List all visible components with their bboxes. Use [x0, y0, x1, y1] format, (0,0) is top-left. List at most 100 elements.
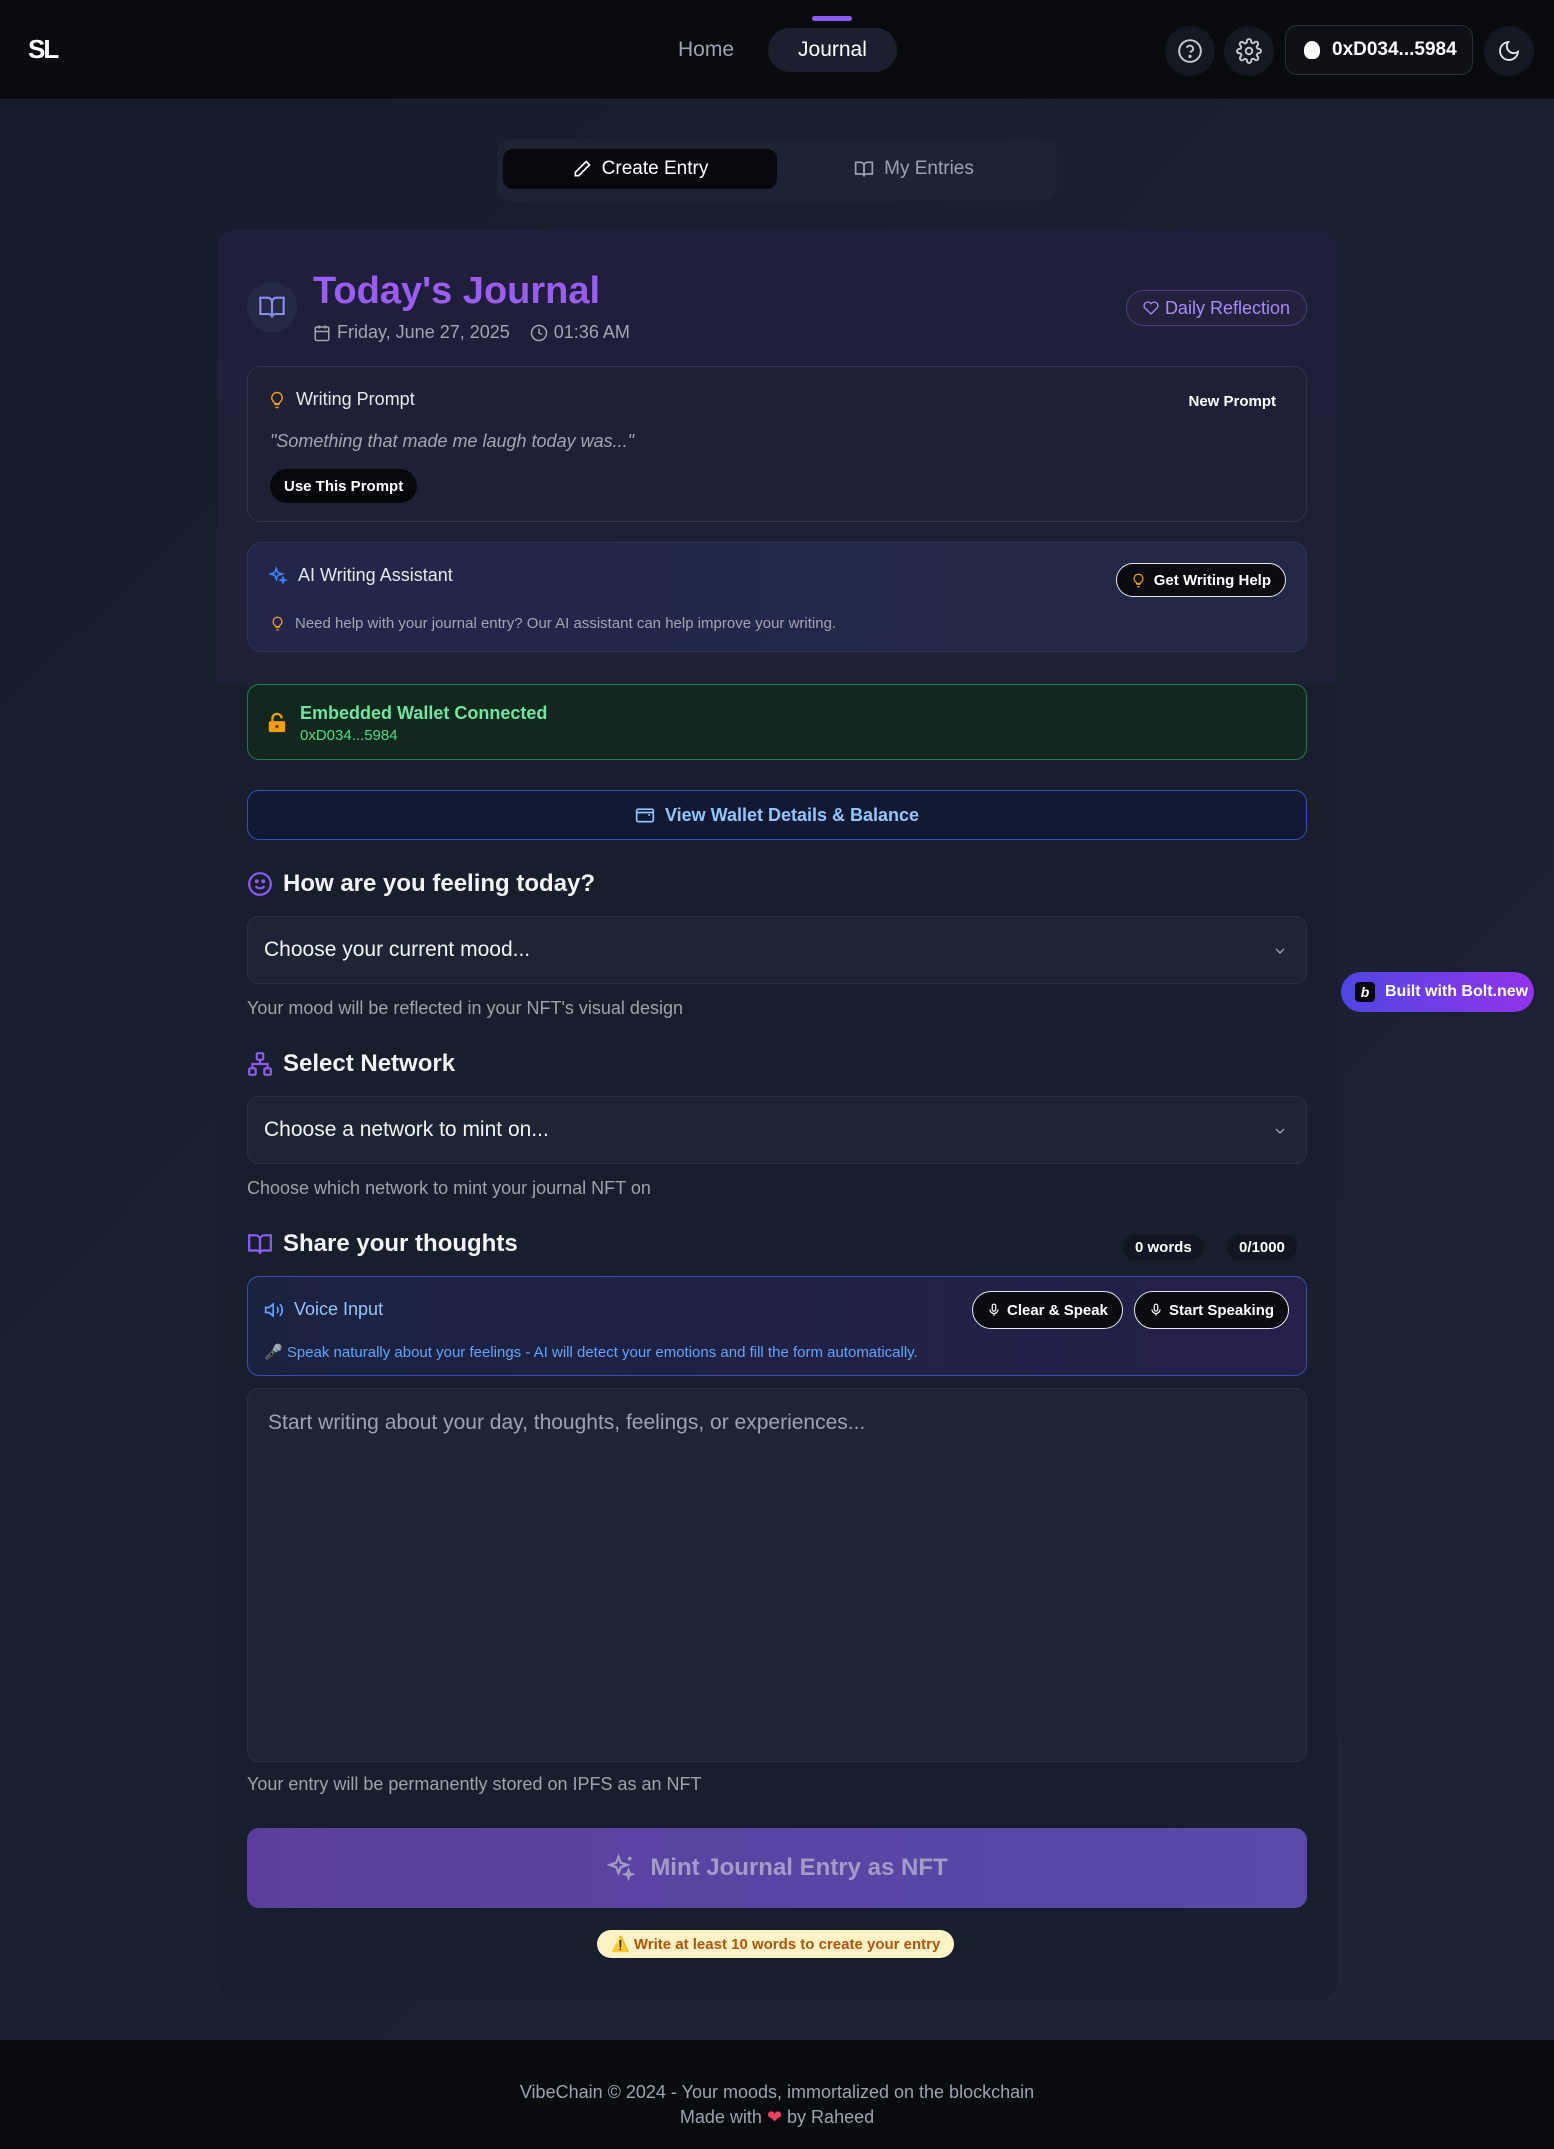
network-hint: Choose which network to mint your journa…	[247, 1178, 651, 1198]
mood-select-value: Choose your current mood...	[264, 938, 531, 961]
journal-card: Today's Journal Friday, June 27, 2025 01…	[217, 230, 1337, 2000]
page-title: Today's Journal	[313, 270, 601, 312]
daily-reflection-label: Daily Reflection	[1164, 297, 1290, 318]
mood-section-title-text: How are you feeling today?	[283, 870, 596, 897]
get-writing-help-button[interactable]: Get Writing Help	[1115, 563, 1286, 597]
wallet-icon	[635, 808, 655, 823]
heart-icon: ❤	[766, 2107, 783, 2127]
journal-entry-placeholder: Start writing about your day, thoughts, …	[268, 1411, 866, 1434]
main-nav: Home Journal	[656, 16, 897, 72]
use-prompt-button[interactable]: Use This Prompt	[270, 469, 418, 503]
footer-made-with: Made with	[679, 2107, 762, 2127]
thoughts-section-title: Share your thoughts	[247, 1230, 518, 1258]
book-open-icon	[259, 296, 285, 318]
clear-and-speak-button[interactable]: Clear & Speak	[972, 1291, 1123, 1329]
embedded-wallet-title: Embedded Wallet Connected	[300, 703, 548, 723]
nav-journal[interactable]: Journal	[768, 16, 897, 72]
wallet-address: 0xD034...5984	[1332, 39, 1457, 60]
ai-assistant-title: AI Writing Assistant	[268, 565, 453, 586]
chevron-down-icon	[1275, 1128, 1285, 1134]
writing-prompt-title: Writing Prompt	[268, 389, 415, 410]
help-button[interactable]	[1165, 26, 1215, 76]
entry-hint: Your entry will be permanently stored on…	[247, 1774, 702, 1794]
embedded-wallet-address: 0xD034...5984	[300, 727, 398, 744]
mint-nft-button[interactable]: Mint Journal Entry as NFT	[247, 1828, 1307, 1908]
writing-prompt-box: Writing Prompt New Prompt "Something tha…	[247, 366, 1307, 522]
network-icon	[248, 1052, 272, 1076]
journal-time: 01:36 AM	[553, 322, 630, 342]
char-count-badge: 0/1000	[1227, 1234, 1297, 1260]
ai-assistant-description-text: Need help with your journal entry? Our A…	[295, 615, 837, 632]
voice-input-title: Voice Input	[264, 1299, 383, 1320]
voice-input-description: 🎤 Speak naturally about your feelings - …	[264, 1344, 918, 1361]
writing-prompt-title-text: Writing Prompt	[296, 389, 415, 409]
footer-copyright: VibeChain © 2024 - Your moods, immortali…	[519, 2082, 1035, 2102]
prompt-text: "Something that made me laugh today was.…	[270, 431, 634, 451]
voice-input-box: Voice Input Clear & Speak Start Speaking…	[247, 1276, 1307, 1376]
embedded-wallet-status: Embedded Wallet Connected 0xD034...5984	[247, 684, 1307, 760]
journal-badge	[247, 282, 297, 332]
chevron-down-icon	[1275, 948, 1285, 954]
nav-journal-label: Journal	[798, 38, 867, 61]
built-with-bolt-badge[interactable]: b Built with Bolt.new	[1341, 972, 1534, 1012]
built-with-bolt-label: Built with Bolt.new	[1385, 983, 1529, 1000]
entry-tab-switcher: Create Entry My Entries	[497, 139, 1057, 201]
journal-meta: Friday, June 27, 2025 01:36 AM	[313, 322, 630, 343]
network-section-title: Select Network	[247, 1050, 455, 1078]
clear-and-speak-label: Clear & Speak	[1007, 1301, 1108, 1319]
start-speaking-label: Start Speaking	[1169, 1301, 1275, 1319]
gear-icon	[1236, 38, 1262, 64]
footer-credit: Made with ❤ by Raheed	[0, 2107, 1554, 2128]
voice-input-title-text: Voice Input	[294, 1299, 384, 1319]
lightbulb-icon	[272, 616, 283, 631]
view-wallet-details-button[interactable]: View Wallet Details & Balance	[247, 790, 1307, 840]
bolt-logo-icon: b	[1355, 982, 1375, 1002]
lightbulb-icon	[1133, 573, 1144, 587]
lightbulb-icon	[271, 391, 283, 408]
footer: VibeChain © 2024 - Your moods, immortali…	[0, 2040, 1554, 2149]
wallet-avatar-icon	[1304, 41, 1320, 59]
get-writing-help-label: Get Writing Help	[1153, 571, 1271, 589]
tab-my-entries[interactable]: My Entries	[777, 149, 1051, 189]
tab-my-entries-label: My Entries	[884, 158, 974, 179]
journal-entry-textarea[interactable]: Start writing about your day, thoughts, …	[247, 1388, 1307, 1762]
network-section-title-text: Select Network	[283, 1050, 456, 1077]
mood-select[interactable]: Choose your current mood...	[247, 916, 1307, 984]
microphone-icon	[989, 1303, 999, 1316]
tab-create-entry[interactable]: Create Entry	[503, 149, 777, 189]
ai-assistant-description: Need help with your journal entry? Our A…	[270, 615, 836, 632]
wallet-button[interactable]: 0xD034...5984	[1285, 25, 1473, 75]
mood-hint: Your mood will be reflected in your NFT'…	[247, 998, 683, 1018]
daily-reflection-badge: Daily Reflection	[1125, 290, 1307, 326]
book-open-icon	[248, 1234, 272, 1254]
help-icon	[1178, 39, 1202, 63]
clock-icon	[530, 324, 548, 341]
start-speaking-button[interactable]: Start Speaking	[1134, 1291, 1290, 1329]
microphone-icon	[1151, 1303, 1161, 1316]
min-words-warning: ⚠️ Write at least 10 words to create you…	[597, 1930, 955, 1958]
sparkles-icon	[606, 1853, 636, 1882]
settings-button[interactable]	[1224, 26, 1274, 76]
moon-icon	[1499, 40, 1520, 61]
app-logo[interactable]: SL	[28, 34, 59, 65]
nav-home[interactable]: Home	[656, 28, 756, 72]
active-nav-indicator	[812, 16, 853, 21]
footer-author: by Raheed	[787, 2107, 875, 2127]
top-navbar: SL Home Journal 0xD034...5984	[0, 0, 1554, 100]
network-select[interactable]: Choose a network to mint on...	[247, 1096, 1307, 1164]
journal-date: Friday, June 27, 2025	[337, 322, 510, 342]
lock-icon	[268, 712, 286, 733]
word-count-badge: 0 words	[1123, 1234, 1204, 1260]
sparkles-icon	[268, 565, 288, 585]
ai-assistant-box: AI Writing Assistant Get Writing Help Ne…	[247, 542, 1307, 652]
view-wallet-details-label: View Wallet Details & Balance	[664, 804, 920, 825]
mint-nft-label: Mint Journal Entry as NFT	[650, 1854, 948, 1881]
ai-assistant-title-text: AI Writing Assistant	[298, 565, 453, 585]
speaker-icon	[264, 1301, 284, 1318]
calendar-icon	[314, 325, 330, 341]
theme-toggle-button[interactable]	[1484, 26, 1534, 76]
mood-section-title: How are you feeling today?	[247, 870, 595, 898]
smile-icon	[248, 872, 272, 896]
new-prompt-button[interactable]: New Prompt	[1188, 393, 1276, 410]
network-select-value: Choose a network to mint on...	[264, 1118, 549, 1141]
